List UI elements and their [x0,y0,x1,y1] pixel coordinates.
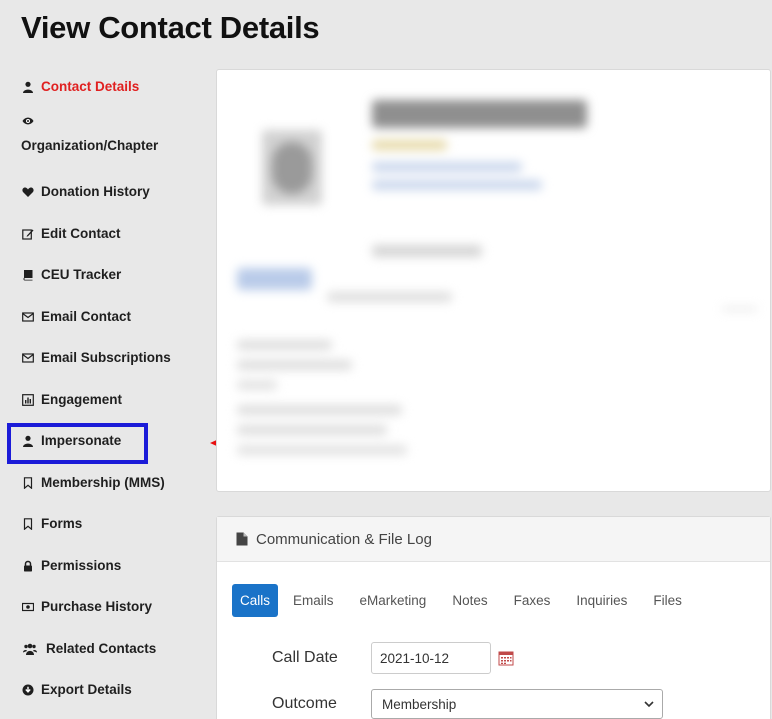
sidebar-item-label: Organization/Chapter [21,138,159,153]
calendar-icon[interactable] [498,650,514,666]
bookmark-icon [21,517,35,531]
bookmark-icon [21,476,35,490]
chevron-down-icon [644,701,654,708]
book-icon [21,268,35,282]
sidebar-item-label: Email Subscriptions [41,350,171,365]
edit-icon [21,227,35,241]
download-circle-icon [21,683,35,697]
outcome-row: Outcome Membership [272,689,663,719]
sidebar-item-label: Permissions [41,558,122,573]
tab-files[interactable]: Files [640,585,695,616]
sidebar-item-membership-mms[interactable]: Membership (MMS) [21,475,165,490]
highlight-box [7,423,148,464]
page-title: View Contact Details [21,10,320,45]
sidebar-item-label: Related Contacts [46,641,157,656]
sidebar-item-label: Donation History [41,184,150,199]
heart-icon [21,185,35,199]
sidebar-item-email-subscriptions[interactable]: Email Subscriptions [21,350,171,365]
log-tabs: Calls Emails eMarketing Notes Faxes Inqu… [232,584,695,617]
contact-summary-card [216,69,771,492]
sidebar-item-export-details[interactable]: Export Details [21,682,132,697]
sidebar-item-label: Edit Contact [41,226,121,241]
sidebar-item-forms[interactable]: Forms [21,516,82,531]
envelope-icon [21,310,35,324]
tab-faxes[interactable]: Faxes [501,585,564,616]
bar-chart-icon [21,393,35,407]
sidebar-item-purchase-history[interactable]: Purchase History [21,599,152,614]
sidebar-item-ceu-tracker[interactable]: CEU Tracker [21,267,121,282]
blurred-contact-info [217,70,770,491]
sidebar-item-related-contacts[interactable]: Related Contacts [21,641,156,656]
call-date-input[interactable]: 2021-10-12 [371,642,491,674]
tab-emails[interactable]: Emails [280,585,347,616]
communication-log-card: Communication & File Log Calls Emails eM… [216,516,771,719]
outcome-select[interactable]: Membership [371,689,663,719]
log-header: Communication & File Log [217,517,770,562]
user-icon [21,80,35,94]
sidebar-item-permissions[interactable]: Permissions [21,558,121,573]
sidebar-item-label: Purchase History [41,599,153,614]
file-icon [236,532,248,546]
tab-emarketing[interactable]: eMarketing [347,585,440,616]
sidebar-item-label: Contact Details [41,79,140,94]
sidebar-item-label: Forms [41,516,83,531]
sidebar-item-engagement[interactable]: Engagement [21,392,122,407]
money-icon [21,600,35,614]
sidebar-item-edit-contact[interactable]: Edit Contact [21,226,121,241]
call-date-label: Call Date [272,649,338,666]
lock-icon [21,559,35,573]
sidebar-item-label: Membership (MMS) [41,475,165,490]
users-icon [21,642,38,656]
sidebar-item-email-contact[interactable]: Email Contact [21,309,131,324]
envelope-icon [21,351,35,365]
sidebar-item-contact-details[interactable]: Contact Details [21,79,139,94]
sidebar-item-donation-history[interactable]: Donation History [21,184,150,199]
tab-calls[interactable]: Calls [232,584,279,617]
outcome-label: Outcome [272,695,337,712]
sidebar-item-label: Export Details [41,682,132,697]
sidebar-item-label: CEU Tracker [41,267,122,282]
sidebar-item-label: Engagement [41,392,123,407]
eye-icon [21,114,35,128]
tab-notes[interactable]: Notes [439,585,500,616]
outcome-value: Membership [382,696,457,712]
sidebar-item-label: Email Contact [41,309,132,324]
log-title: Communication & File Log [256,530,432,548]
sidebar-item-organization-chapter[interactable]: Organization/Chapter [21,114,158,153]
tab-inquiries[interactable]: Inquiries [563,585,640,616]
call-date-row: Call Date 2021-10-12 [272,642,514,674]
